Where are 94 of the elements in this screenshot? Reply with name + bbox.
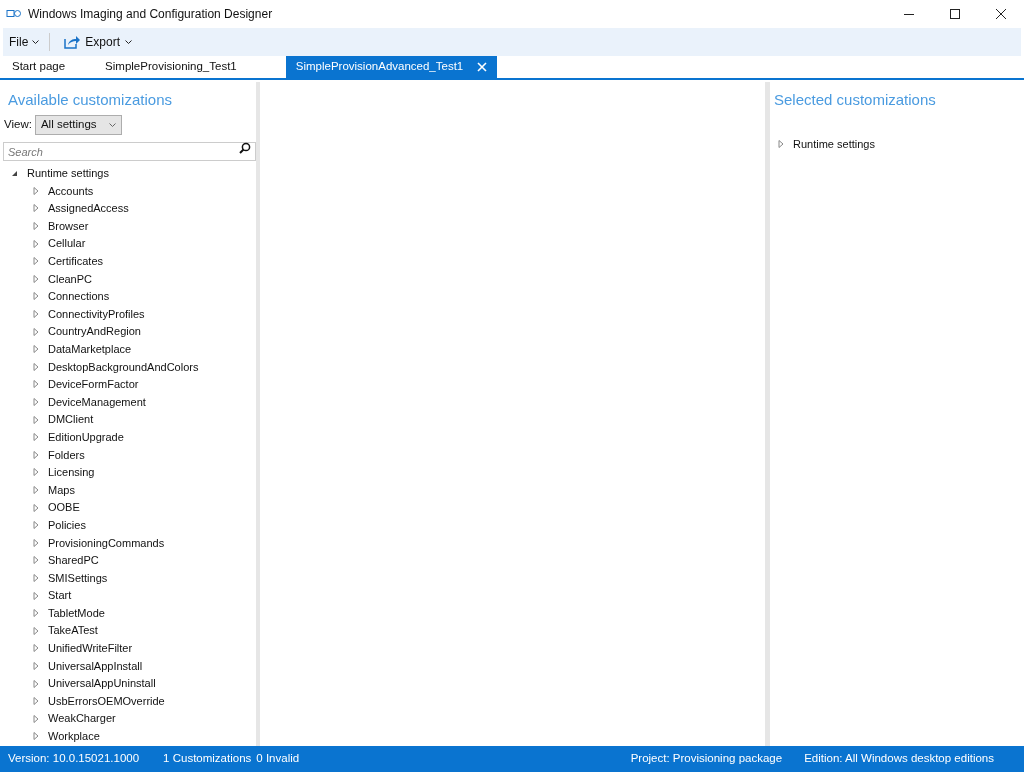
expand-arrow-icon[interactable] (33, 204, 39, 213)
tree-item[interactable]: Cellular (48, 235, 86, 252)
minimize-icon (904, 13, 914, 15)
collapse-arrow-icon[interactable] (11, 169, 18, 177)
export-button[interactable]: Export (64, 33, 133, 51)
tree-item[interactable]: Maps (48, 481, 75, 499)
tree-item[interactable]: Connections (48, 288, 110, 305)
expand-arrow-icon[interactable] (33, 345, 39, 354)
expand-arrow-icon[interactable] (33, 538, 39, 547)
tree-item[interactable]: CountryAndRegion (48, 323, 141, 340)
tree-item[interactable]: Certificates (48, 253, 104, 270)
tree-item[interactable]: ConnectivityProfiles (48, 305, 145, 323)
view-label: View: (4, 116, 32, 132)
tree-item[interactable]: ProvisioningCommands (48, 534, 165, 551)
panel-title: Selected customizations (774, 90, 937, 110)
status-text: Project: Provisioning package (630, 751, 783, 767)
app-logo-icon (6, 9, 22, 19)
expand-arrow-icon[interactable] (33, 257, 39, 266)
expand-arrow-icon[interactable] (33, 626, 39, 635)
expand-arrow-icon[interactable] (33, 521, 39, 530)
status-text: 0 Invalid (256, 751, 300, 767)
expand-arrow-icon[interactable] (33, 310, 39, 319)
expand-arrow-icon[interactable] (33, 433, 39, 442)
expand-arrow-icon[interactable] (33, 380, 39, 389)
status-text: 1 Customizations (163, 751, 252, 767)
maximize-icon (950, 9, 960, 19)
expand-arrow-icon[interactable] (33, 468, 39, 477)
tree-item[interactable]: UniversalAppUninstall (48, 675, 156, 692)
expand-arrow-icon[interactable] (33, 239, 39, 248)
tree-item[interactable]: Browser (48, 217, 89, 235)
expand-arrow-icon[interactable] (33, 644, 39, 653)
export-icon (64, 35, 81, 49)
expand-arrow-icon[interactable] (33, 186, 39, 195)
expand-arrow-icon[interactable] (33, 609, 39, 618)
expand-arrow-icon[interactable] (33, 486, 39, 494)
expand-arrow-icon[interactable] (33, 556, 39, 565)
expand-arrow-icon[interactable] (33, 222, 39, 231)
tree-item[interactable]: EditionUpgrade (48, 428, 124, 446)
tree-item[interactable]: Start (48, 587, 72, 604)
search-field[interactable]: Search (3, 142, 256, 161)
tree-item[interactable]: UsbErrorsOEMOverride (48, 692, 165, 710)
expand-arrow-icon[interactable] (33, 661, 39, 670)
expand-arrow-icon[interactable] (33, 697, 39, 706)
tab[interactable]: Start page (3, 56, 75, 78)
view-dropdown[interactable]: All settings (34, 114, 122, 135)
tree-item[interactable]: DMClient (48, 411, 94, 428)
caret-icon (108, 122, 116, 127)
expand-arrow-icon[interactable] (33, 398, 39, 406)
tree-item[interactable]: DeviceFormFactor (48, 376, 139, 393)
expand-arrow-icon[interactable] (33, 292, 39, 301)
tab[interactable]: SimpleProvisioning_Test1 (96, 56, 246, 78)
tree-item[interactable]: TabletMode (48, 604, 105, 622)
expand-arrow-icon[interactable] (33, 573, 39, 582)
tree-item[interactable]: Runtime settings (793, 136, 875, 153)
window-title: Windows Imaging and Configuration Designer (28, 6, 273, 23)
tree-item[interactable]: Policies (48, 516, 86, 534)
expand-arrow-icon[interactable] (778, 140, 784, 149)
status-text: Version: 10.0.15021.1000 (8, 751, 140, 767)
expand-arrow-icon[interactable] (33, 415, 39, 424)
expand-arrow-icon[interactable] (33, 503, 39, 512)
tree-item[interactable]: DesktopBackgroundAndColors (48, 358, 199, 376)
expand-arrow-icon[interactable] (33, 591, 39, 600)
expand-arrow-icon[interactable] (33, 732, 39, 741)
tree-item[interactable]: OOBE (48, 499, 80, 516)
tree-item[interactable]: Folders (48, 446, 85, 464)
tree-item[interactable]: SharedPC (48, 552, 99, 569)
tree-item[interactable]: UniversalAppInstall (48, 657, 143, 675)
menu-button[interactable]: File (9, 33, 51, 51)
tree-item[interactable]: DataMarketplace (48, 341, 132, 358)
tree-item[interactable]: Accounts (48, 182, 94, 200)
expand-arrow-icon[interactable] (33, 450, 39, 459)
search-icon[interactable] (239, 141, 251, 154)
close-icon (996, 9, 1006, 19)
caret-icon (125, 40, 133, 44)
status-text: Edition: All Windows desktop editions (804, 751, 994, 767)
expand-arrow-icon[interactable] (33, 714, 39, 723)
tree-item[interactable]: SMISettings (48, 569, 108, 587)
tree-item[interactable]: Licensing (48, 464, 95, 481)
close-tab-icon[interactable] (477, 62, 488, 72)
tree-item[interactable]: DeviceManagement (48, 393, 146, 411)
tree-item[interactable]: AssignedAccess (48, 200, 129, 217)
tree-item[interactable]: TakeATest (48, 622, 98, 639)
tree-item[interactable]: UnifiedWriteFilter (48, 640, 133, 657)
expand-arrow-icon[interactable] (33, 327, 39, 336)
expand-arrow-icon[interactable] (33, 274, 39, 283)
tree-item[interactable]: CleanPC (48, 270, 93, 288)
expand-arrow-icon[interactable] (33, 679, 39, 688)
panel-title: Available customizations (7, 90, 173, 110)
expand-arrow-icon[interactable] (33, 362, 39, 371)
tree-item[interactable]: Runtime settings (27, 165, 109, 182)
tab[interactable]: SimpleProvisionAdvanced_Test1 (285, 56, 498, 78)
caret-icon (32, 40, 40, 44)
tree-item[interactable]: WeakCharger (48, 710, 116, 727)
tree-item[interactable]: Workplace (48, 728, 100, 745)
